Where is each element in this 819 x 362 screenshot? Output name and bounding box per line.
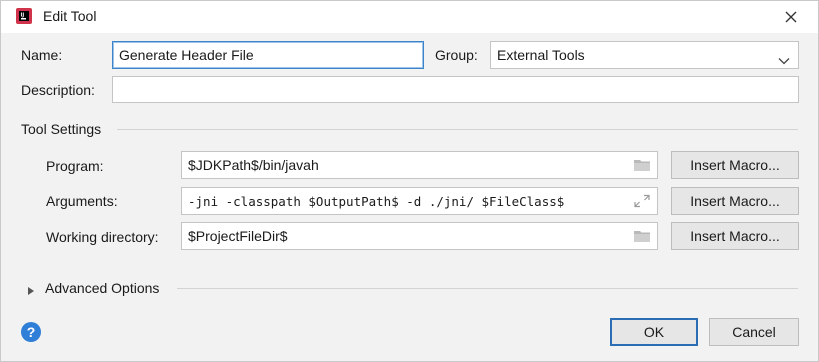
- working-directory-input-value: $ProjectFileDir$: [188, 228, 288, 244]
- triangle-right-icon[interactable]: [27, 283, 35, 299]
- folder-icon[interactable]: [633, 229, 651, 243]
- group-select-value: External Tools: [497, 47, 585, 63]
- window-title: Edit Tool: [43, 8, 97, 24]
- description-input[interactable]: [112, 76, 799, 103]
- working-directory-label: Working directory:: [46, 229, 159, 245]
- arguments-input[interactable]: -jni -classpath $OutputPath$ -d ./jni/ $…: [181, 187, 658, 215]
- working-directory-insert-macro-button[interactable]: Insert Macro...: [671, 222, 799, 250]
- group-label: Group:: [435, 47, 478, 63]
- intellij-app-icon: IJ: [16, 8, 32, 24]
- svg-text:IJ: IJ: [21, 13, 25, 19]
- working-directory-input[interactable]: $ProjectFileDir$: [181, 222, 658, 250]
- description-label: Description:: [21, 82, 95, 98]
- arguments-insert-macro-button[interactable]: Insert Macro...: [671, 187, 799, 215]
- expand-icon[interactable]: [633, 194, 651, 208]
- tool-settings-title: Tool Settings: [21, 121, 102, 137]
- arguments-input-value: -jni -classpath $OutputPath$ -d ./jni/ $…: [188, 193, 565, 209]
- program-input-value: $JDKPath$/bin/javah: [188, 157, 319, 173]
- chevron-down-icon: [778, 52, 790, 68]
- cancel-button[interactable]: Cancel: [709, 318, 799, 346]
- advanced-options-toggle[interactable]: Advanced Options: [45, 280, 159, 296]
- title-bar: IJ Edit Tool: [1, 1, 818, 33]
- arguments-label: Arguments:: [46, 193, 118, 209]
- tool-settings-separator: [117, 129, 798, 130]
- name-input[interactable]: Generate Header File: [112, 41, 424, 69]
- name-input-value: Generate Header File: [119, 47, 254, 63]
- help-icon[interactable]: ?: [21, 322, 41, 342]
- advanced-options-separator: [177, 288, 798, 289]
- group-select[interactable]: External Tools: [490, 41, 799, 69]
- close-icon[interactable]: [779, 5, 803, 29]
- program-insert-macro-button[interactable]: Insert Macro...: [671, 151, 799, 179]
- edit-tool-dialog: IJ Edit Tool Name: Generate Header File …: [0, 0, 819, 362]
- name-label: Name:: [21, 47, 63, 63]
- program-label: Program:: [46, 158, 104, 174]
- folder-icon[interactable]: [633, 158, 651, 172]
- program-input[interactable]: $JDKPath$/bin/javah: [181, 151, 658, 179]
- ok-button[interactable]: OK: [610, 318, 698, 346]
